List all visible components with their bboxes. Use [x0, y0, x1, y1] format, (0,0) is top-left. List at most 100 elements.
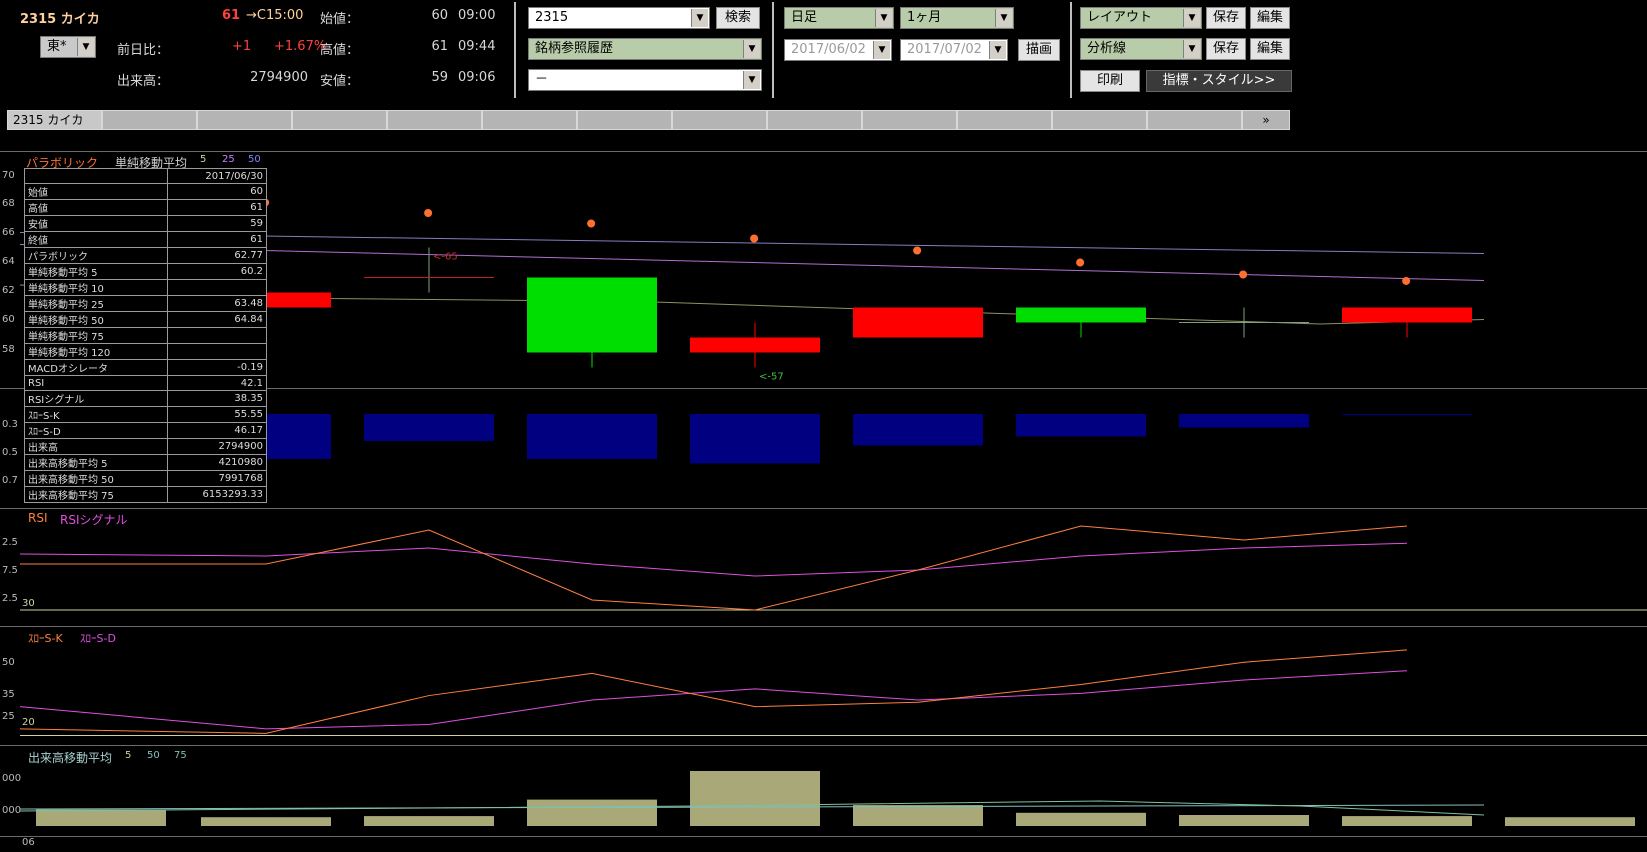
rsi-level-label: 30 [22, 598, 35, 609]
volume-bar [1016, 812, 1146, 826]
rsi-y-tick: 2.5 [2, 537, 18, 548]
info-label: RSIシグナル [24, 390, 168, 407]
info-row: 単純移動平均 5 60.2 [24, 263, 267, 280]
info-value: 7991768 [167, 470, 267, 487]
info-value: -0.19 [167, 359, 267, 376]
info-value: 38.35 [167, 390, 267, 407]
parabolic-dot [1239, 270, 1248, 279]
stoch-y-tick: 50 [2, 657, 15, 668]
info-value: 61 [167, 199, 267, 216]
info-label: ｽﾛｰS-K [24, 406, 168, 423]
rsi-signal-line [19, 542, 1408, 577]
info-row: 単純移動平均 10 [24, 279, 267, 296]
vol-period-75: 75 [174, 750, 187, 761]
info-row: RSIシグナル 38.35 [24, 390, 267, 407]
date-axis-label: 06 [22, 837, 35, 848]
info-label: 終値 [24, 231, 168, 248]
macd-y-tick: 0.5 [2, 447, 18, 458]
info-value [167, 279, 267, 296]
info-value: 63.48 [167, 295, 267, 312]
info-label: 単純移動平均 75 [24, 327, 168, 344]
parabolic-dot [913, 246, 922, 255]
info-label: 出来高移動平均 75 [24, 486, 168, 503]
parabolic-dot [587, 219, 596, 228]
sma-period-50: 50 [248, 154, 261, 165]
candle-body [1016, 307, 1146, 323]
info-row: 単純移動平均 50 64.84 [24, 311, 267, 328]
info-row: 出来高 2794900 [24, 438, 267, 455]
volume-bar [527, 799, 657, 826]
info-value: 59 [167, 215, 267, 232]
macd-bar [1016, 414, 1146, 437]
info-label: 出来高 [24, 438, 168, 455]
volume-bar [36, 809, 166, 826]
info-row: 終値 61 [24, 231, 267, 248]
info-value: 42.1 [167, 375, 267, 391]
candle-body [1342, 307, 1472, 323]
info-label: 単純移動平均 120 [24, 343, 168, 360]
volume-bar [201, 817, 331, 826]
info-label: 高値 [24, 199, 168, 216]
info-row: ｽﾛｰS-K 55.55 [24, 406, 267, 423]
price-y-tick: 68 [2, 198, 15, 209]
info-row: 出来高移動平均 5 4210980 [24, 454, 267, 471]
macd-bar [527, 414, 657, 459]
info-label: ｽﾛｰS-D [24, 422, 168, 439]
stoch-level-label: 20 [22, 717, 35, 728]
info-header-blank [24, 168, 168, 184]
info-value: 6153293.33 [167, 486, 267, 503]
macd-bar [364, 414, 494, 441]
volume-bar [853, 805, 983, 826]
info-value [167, 327, 267, 344]
stoch-k-title: ｽﾛｰS-K [28, 632, 63, 645]
sma-period-5: 5 [200, 154, 207, 165]
price-y-tick: 62 [2, 285, 15, 296]
price-y-tick: 60 [2, 314, 15, 325]
macd-y-tick: 0.3 [2, 419, 18, 430]
vol-period-50: 50 [147, 750, 160, 761]
rsi-title: RSI [28, 511, 48, 525]
info-label: パラボリック [24, 247, 168, 264]
info-value: 62.77 [167, 247, 267, 264]
volume-y-tick: 000 [2, 805, 22, 816]
info-value: 60.2 [167, 263, 267, 280]
info-value: 61 [167, 231, 267, 248]
high-marker: <-65 [433, 252, 458, 263]
info-row: 出来高移動平均 50 7991768 [24, 470, 267, 487]
volume-y-tick: 000 [2, 773, 22, 784]
info-value [167, 343, 267, 360]
info-row: RSI 42.1 [24, 375, 267, 391]
volume-bar [1342, 816, 1472, 826]
data-window-table: 2017/06/30 始値 60 高値 61 安値 59 終値 61 パラボリック 62.77 単純移… [24, 168, 267, 503]
info-label: 単純移動平均 25 [24, 295, 168, 312]
info-row: 出来高移動平均 75 6153293.33 [24, 486, 267, 503]
parabolic-dot [1076, 258, 1085, 267]
info-header-row: 2017/06/30 [24, 168, 267, 184]
stoch-y-tick: 25 [2, 711, 15, 722]
vol-period-5: 5 [125, 750, 132, 761]
info-date: 2017/06/30 [167, 168, 267, 184]
macd-bar [1179, 414, 1309, 428]
stoch-y-tick: 35 [2, 689, 15, 700]
parabolic-dot [1402, 276, 1411, 285]
price-y-tick: 58 [2, 344, 15, 355]
info-value: 46.17 [167, 422, 267, 439]
info-label: 出来高移動平均 5 [24, 454, 168, 471]
stoch-d-line [19, 670, 1408, 730]
info-row: 単純移動平均 120 [24, 343, 267, 360]
macd-bar [1342, 414, 1472, 415]
rsi-signal-title: RSIシグナル [60, 513, 128, 527]
volume-ma-title: 出来高移動平均 [28, 751, 113, 765]
info-label: 始値 [24, 183, 168, 200]
info-value: 2794900 [167, 438, 267, 455]
macd-bar [853, 414, 983, 446]
macd-y-tick: 0.7 [2, 475, 18, 486]
info-row: 単純移動平均 75 [24, 327, 267, 344]
info-label: 安値 [24, 215, 168, 232]
price-y-tick: 66 [2, 227, 15, 238]
parabolic-dot [750, 234, 759, 243]
low-marker: <-57 [759, 372, 784, 383]
info-value: 4210980 [167, 454, 267, 471]
price-y-tick: 64 [2, 256, 15, 267]
volume-bar [364, 816, 494, 826]
